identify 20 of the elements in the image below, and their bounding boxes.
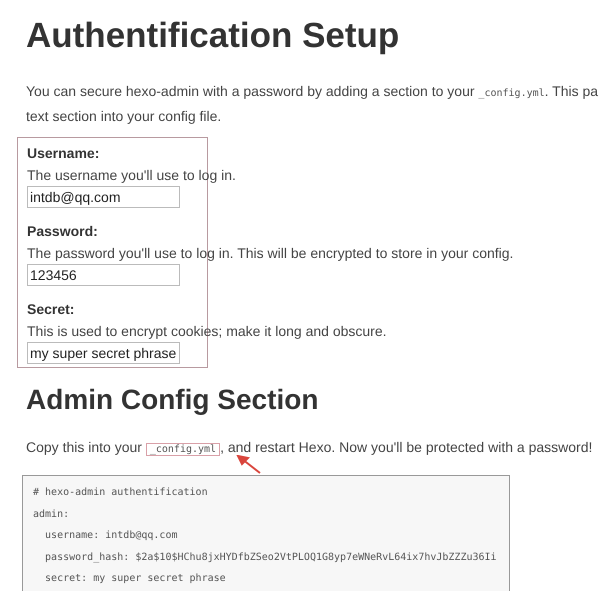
text-field[interactable]: my super secret phrase (27, 342, 180, 364)
text-field[interactable]: 123456 (27, 264, 180, 286)
copy-instruction: Copy this into your _config.yml , and restart Hexo. Now you'll be protected with a password! (26, 438, 592, 458)
arrow-icon (236, 455, 262, 475)
field-help: This is used to encrypt cookies; make it long and obscure. (27, 322, 387, 341)
config-filename: _config.yml (146, 443, 220, 456)
code-line: password_hash: $2a$10$HChu8jxHYDfbZSeo2VtPLOQ1G8yp7eWNeRvL64ix7hvJbZZZu36Ii (44, 550, 497, 564)
page-title: Authentification Setup (26, 15, 400, 57)
field-label: Username: (27, 144, 100, 163)
field-label: Secret: (27, 300, 74, 319)
code-line: secret: my super secret phrase (44, 572, 226, 586)
code-line: # hexo-admin authentification (33, 486, 208, 500)
field-help: The password you'll use to log in. This will be encrypted to store in your config. (27, 244, 514, 263)
field-label: Password: (27, 222, 98, 241)
field-help: The username you'll use to log in. (27, 166, 236, 185)
text-field[interactable]: intdb@qq.com (27, 186, 180, 208)
section-title: Admin Config Section (26, 383, 318, 417)
code-line: username: intdb@qq.com (44, 529, 178, 543)
intro-paragraph: You can secure hexo-admin with a password by adding a section to your _config.yml. This pa text section into your config file. (26, 82, 598, 126)
code-line: admin: (33, 508, 70, 522)
